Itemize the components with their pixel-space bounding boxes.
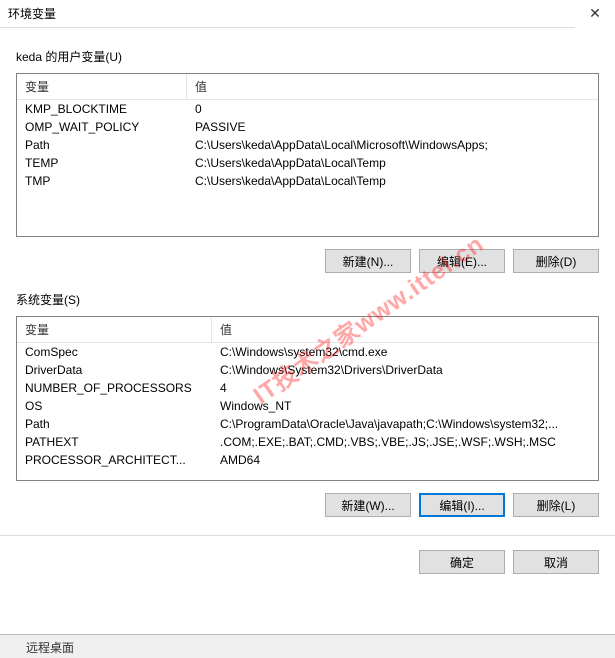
- var-value-cell: C:\ProgramData\Oracle\Java\javapath;C:\W…: [212, 415, 598, 433]
- table-row[interactable]: OMP_WAIT_POLICYPASSIVE: [17, 118, 598, 136]
- var-name-cell: TEMP: [17, 154, 187, 172]
- var-name-cell: ComSpec: [17, 343, 212, 361]
- table-row[interactable]: DriverDataC:\Windows\System32\Drivers\Dr…: [17, 361, 598, 379]
- dialog-buttons: 确定 取消: [16, 550, 599, 574]
- var-value-cell: AMD64: [212, 451, 598, 469]
- var-name-cell: KMP_BLOCKTIME: [17, 100, 187, 118]
- var-name-cell: Path: [17, 136, 187, 154]
- table-row[interactable]: TMPC:\Users\keda\AppData\Local\Temp: [17, 172, 598, 190]
- user-delete-button[interactable]: 删除(D): [513, 249, 599, 273]
- var-value-cell: C:\Users\keda\AppData\Local\Temp: [187, 172, 598, 190]
- table-row[interactable]: NUMBER_OF_PROCESSORS4: [17, 379, 598, 397]
- table-row[interactable]: ComSpecC:\Windows\system32\cmd.exe: [17, 343, 598, 361]
- cancel-button[interactable]: 取消: [513, 550, 599, 574]
- sys-delete-button[interactable]: 删除(L): [513, 493, 599, 517]
- var-name-cell: OS: [17, 397, 212, 415]
- window-title: 环境变量: [8, 5, 56, 22]
- ok-button[interactable]: 确定: [419, 550, 505, 574]
- table-row[interactable]: PathC:\ProgramData\Oracle\Java\javapath;…: [17, 415, 598, 433]
- table-row[interactable]: PATHEXT.COM;.EXE;.BAT;.CMD;.VBS;.VBE;.JS…: [17, 433, 598, 451]
- var-value-cell: C:\Users\keda\AppData\Local\Microsoft\Wi…: [187, 136, 598, 154]
- var-value-cell: Windows_NT: [212, 397, 598, 415]
- content-area: keda 的用户变量(U) 变量 值 KMP_BLOCKTIME0OMP_WAI…: [0, 28, 615, 574]
- close-icon: ✕: [589, 5, 601, 22]
- system-vars-label: 系统变量(S): [16, 291, 599, 308]
- sys-col-value[interactable]: 值: [212, 317, 598, 342]
- separator: [0, 535, 615, 536]
- var-name-cell: NUMBER_OF_PROCESSORS: [17, 379, 212, 397]
- var-value-cell: 0: [187, 100, 598, 118]
- user-new-button[interactable]: 新建(N)...: [325, 249, 411, 273]
- system-vars-body: ComSpecC:\Windows\system32\cmd.exeDriver…: [17, 343, 598, 469]
- table-row[interactable]: TEMPC:\Users\keda\AppData\Local\Temp: [17, 154, 598, 172]
- system-vars-table[interactable]: 变量 值 ComSpecC:\Windows\system32\cmd.exeD…: [16, 316, 599, 481]
- table-row[interactable]: PROCESSOR_ARCHITECT...AMD64: [17, 451, 598, 469]
- table-row[interactable]: KMP_BLOCKTIME0: [17, 100, 598, 118]
- sys-new-button[interactable]: 新建(W)...: [325, 493, 411, 517]
- var-value-cell: 4: [212, 379, 598, 397]
- user-edit-button[interactable]: 编辑(E)...: [419, 249, 505, 273]
- close-button[interactable]: ✕: [575, 0, 615, 28]
- user-vars-body: KMP_BLOCKTIME0OMP_WAIT_POLICYPASSIVEPath…: [17, 100, 598, 190]
- var-name-cell: OMP_WAIT_POLICY: [17, 118, 187, 136]
- var-value-cell: PASSIVE: [187, 118, 598, 136]
- sys-edit-button[interactable]: 编辑(I)...: [419, 493, 505, 517]
- parent-window-fragment: 远程桌面: [0, 634, 615, 658]
- user-vars-header: 变量 值: [17, 74, 598, 100]
- var-value-cell: C:\Windows\system32\cmd.exe: [212, 343, 598, 361]
- user-col-value[interactable]: 值: [187, 74, 598, 99]
- var-value-cell: C:\Windows\System32\Drivers\DriverData: [212, 361, 598, 379]
- var-name-cell: PROCESSOR_ARCHITECT...: [17, 451, 212, 469]
- table-row[interactable]: OSWindows_NT: [17, 397, 598, 415]
- var-name-cell: DriverData: [17, 361, 212, 379]
- sys-col-name[interactable]: 变量: [17, 317, 212, 342]
- user-vars-label: keda 的用户变量(U): [16, 48, 599, 65]
- table-row[interactable]: PathC:\Users\keda\AppData\Local\Microsof…: [17, 136, 598, 154]
- var-name-cell: PATHEXT: [17, 433, 212, 451]
- titlebar: 环境变量 ✕: [0, 0, 615, 28]
- system-vars-header: 变量 值: [17, 317, 598, 343]
- user-vars-table[interactable]: 变量 值 KMP_BLOCKTIME0OMP_WAIT_POLICYPASSIV…: [16, 73, 599, 237]
- user-col-name[interactable]: 变量: [17, 74, 187, 99]
- system-vars-buttons: 新建(W)... 编辑(I)... 删除(L): [16, 493, 599, 517]
- user-vars-buttons: 新建(N)... 编辑(E)... 删除(D): [16, 249, 599, 273]
- var-value-cell: C:\Users\keda\AppData\Local\Temp: [187, 154, 598, 172]
- var-name-cell: Path: [17, 415, 212, 433]
- var-value-cell: .COM;.EXE;.BAT;.CMD;.VBS;.VBE;.JS;.JSE;.…: [212, 433, 598, 451]
- var-name-cell: TMP: [17, 172, 187, 190]
